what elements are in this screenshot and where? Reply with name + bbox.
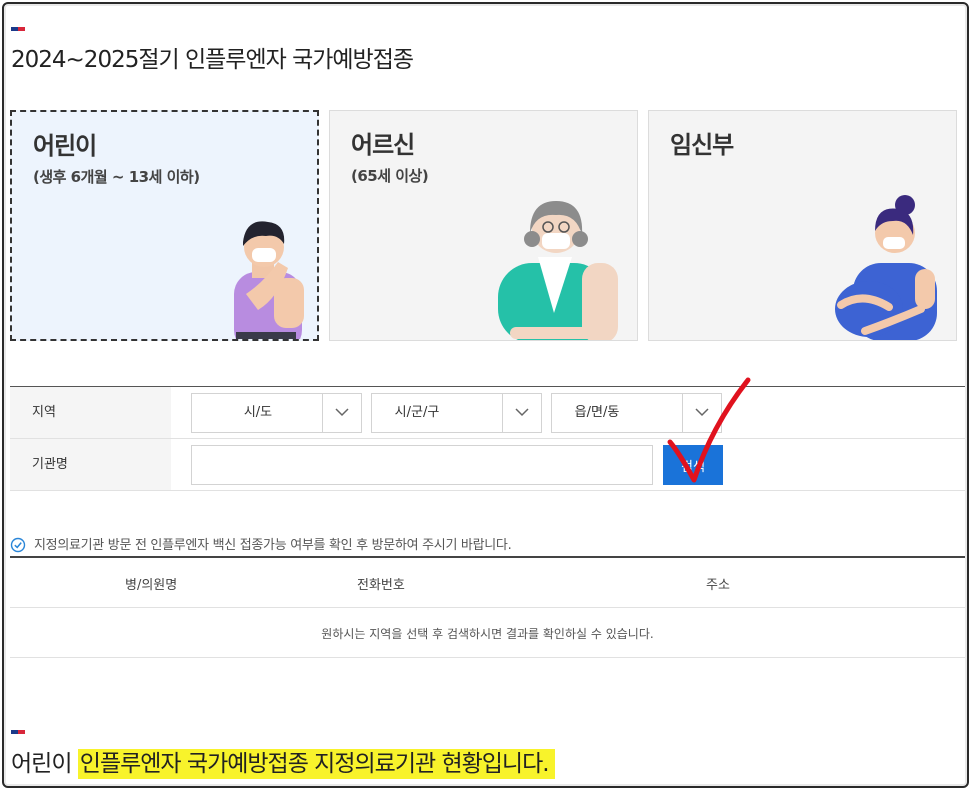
card-title: 임신부 [670,131,734,159]
table-empty-message: 원하시는 지역을 선택 후 검색하시면 결과를 확인하실 수 있습니다. [321,627,654,641]
search-button[interactable]: 검색 [663,445,723,485]
region-label: 지역 [10,387,171,438]
region-row: 지역 시/도 시/군/구 읍/면/동 [10,387,965,439]
card-title: 어린이 [33,132,97,160]
sigungu-select[interactable]: 시/군/구 [371,393,542,433]
section-title-prefix: 어린이 [11,751,72,777]
column-header-address: 주소 [706,578,730,593]
card-subtitle: (생후 6개월 ~ 13세 이하) [33,168,200,186]
child-illustration-icon [234,221,304,339]
chevron-down-icon[interactable] [502,394,541,432]
sido-select-value: 시/도 [243,405,273,420]
institution-label: 기관명 [10,439,171,490]
senior-illustration-icon [498,201,618,340]
card-pregnant[interactable]: 임신부 [648,110,957,341]
title-marker-icon [11,730,25,734]
table-top-line [10,556,965,558]
section-title-highlight: 인플루엔자 국가예방접종 지정의료기관 현황입니다. [77,749,555,779]
eupmyeondong-select[interactable]: 읍/면/동 [551,393,722,433]
chevron-down-icon[interactable] [682,394,721,432]
notice-text: 지정의료기관 방문 전 인플루엔자 백신 접종가능 여부를 확인 후 방문하여 … [34,538,512,553]
column-header-phone: 전화번호 [357,578,405,593]
column-header-hospital: 병/의원명 [125,578,178,593]
card-seniors[interactable]: 어르신 (65세 이상) [329,110,638,341]
sigungu-select-value: 시/군/구 [394,405,440,420]
table-header-divider [10,607,965,608]
table-bottom-line [10,657,965,658]
title-marker-icon [11,27,25,31]
pregnant-illustration-icon [835,195,937,340]
card-title: 어르신 [351,131,415,159]
notice: 지정의료기관 방문 전 인플루엔자 백신 접종가능 여부를 확인 후 방문하여 … [10,534,512,557]
chevron-down-icon[interactable] [322,394,361,432]
institution-row: 기관명 검색 [10,439,965,491]
institution-name-input[interactable] [191,445,653,485]
eupmyeondong-select-value: 읍/면/동 [574,405,620,420]
card-subtitle: (65세 이상) [351,167,429,185]
check-circle-icon [10,537,26,557]
card-children[interactable]: 어린이 (생후 6개월 ~ 13세 이하) [10,110,319,341]
sido-select[interactable]: 시/도 [191,393,362,433]
page-title: 2024~2025절기 인플루엔자 국가예방접종 [11,47,414,73]
section-title: 어린이 인플루엔자 국가예방접종 지정의료기관 현황입니다. [11,744,555,779]
